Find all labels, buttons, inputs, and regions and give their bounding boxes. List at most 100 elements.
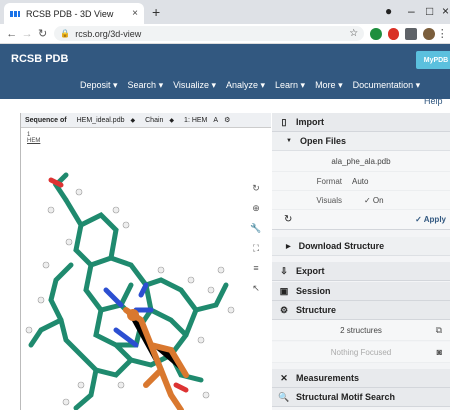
url-text: rcsb.org/3d-view [75, 28, 142, 39]
address-bar-row: ← → ↻ 🔒 rcsb.org/3d-view ☆ ⋮ [0, 24, 450, 44]
expand-right-icon: ▶ [286, 243, 291, 250]
menu-deposit[interactable]: Deposit ▾ [80, 80, 118, 91]
profile-avatar-icon[interactable] [423, 27, 435, 40]
measure-icon: ✕ [280, 372, 288, 383]
lock-icon: 🔒 [60, 29, 71, 38]
back-icon[interactable]: ← [4, 28, 19, 40]
expand-icon[interactable]: ⛶ [248, 240, 264, 256]
extensions-puzzle-icon[interactable] [405, 27, 417, 40]
file-input[interactable]: ala_phe_ala.pdb [272, 151, 450, 172]
maximize-button[interactable]: □ [426, 4, 433, 18]
sequence-extra-label: A [213, 116, 219, 124]
rcsb-favicon-icon [10, 10, 20, 17]
structure-icon: ⚙ [279, 304, 289, 315]
open-files-label: Open Files [299, 136, 346, 146]
iron-atom [127, 309, 139, 321]
new-tab-button[interactable]: + [152, 4, 160, 20]
visuals-label: Visuals [316, 195, 342, 205]
help-row: Help [0, 96, 450, 111]
menu-search[interactable]: Search ▾ [128, 80, 164, 91]
mypdb-button[interactable]: MyPDB [416, 51, 450, 69]
profile-icon[interactable]: ● [385, 4, 392, 18]
minimize-button[interactable]: – [408, 4, 415, 18]
structure-header[interactable]: ⚙ Structure [272, 301, 450, 320]
help-link[interactable]: Help [424, 96, 443, 106]
export-header[interactable]: ⇩ Export [272, 262, 450, 281]
entry-select[interactable]: HEM_ideal.pdb [77, 117, 125, 124]
carbon-bonds [28, 172, 229, 410]
forward-icon[interactable]: → [19, 28, 34, 40]
format-row: Format Auto [272, 172, 450, 191]
apply-button[interactable]: ✓ Apply [415, 215, 446, 224]
menu-learn[interactable]: Learn ▾ [275, 80, 305, 91]
browser-menu-icon[interactable]: ⋮ [435, 27, 450, 40]
toggle-controls-icon[interactable]: ⊕ [248, 200, 264, 216]
file-icon: ▯ [281, 116, 287, 127]
apply-row: ↻ ✓ Apply [272, 210, 450, 230]
sequence-area: 1 HEM [21, 128, 271, 170]
site-logo[interactable]: RCSB PDB [11, 53, 68, 65]
select-mode-icon[interactable]: ↖ [248, 280, 264, 296]
mode-caret-icon: ◆ [169, 117, 175, 124]
reset-camera-icon[interactable]: ↻ [248, 180, 264, 196]
tab-title: RCSB PDB - 3D View [26, 8, 114, 19]
focus-row[interactable]: Nothing Focused ◙ [272, 342, 450, 363]
motif-search-header[interactable]: 🔍 Structural Motif Search [272, 388, 450, 407]
import-header[interactable]: ▯ Import [272, 113, 450, 132]
menu-documentation[interactable]: Documentation ▾ [353, 80, 421, 91]
close-window-button[interactable]: × [442, 4, 449, 18]
tab-close-icon[interactable]: × [132, 8, 138, 19]
molstar-viewer: Sequence of HEM_ideal.pdb ◆ Chain ◆ 1: HEM… [20, 113, 271, 410]
measurements-label: Measurements [296, 373, 360, 383]
visuals-toggle[interactable]: ✓ On [364, 196, 384, 205]
format-select[interactable]: Auto [352, 177, 368, 186]
visuals-row: Visuals ✓ On [272, 191, 450, 210]
menu-analyze[interactable]: Analyze ▾ [226, 80, 265, 91]
url-field[interactable]: 🔒 rcsb.org/3d-view ☆ [54, 26, 365, 41]
reset-icon[interactable]: ↻ [284, 214, 292, 225]
main-menu: Deposit ▾ Search ▾ Visualize ▾ Analyze ▾… [80, 80, 430, 91]
chain-select[interactable]: 1: HEM [184, 117, 207, 124]
browser-tab[interactable]: RCSB PDB - 3D View × [4, 3, 144, 24]
extension-red-icon[interactable] [387, 27, 400, 40]
residue-hem[interactable]: HEM [27, 138, 265, 144]
structures-count-row[interactable]: 2 structures ⧉ [272, 320, 450, 341]
structure-label: Structure [296, 305, 337, 315]
menu-visualize[interactable]: Visualize ▾ [173, 80, 216, 91]
search-icon: 🔍 [278, 391, 290, 402]
menu-more[interactable]: More ▾ [315, 80, 343, 91]
extension-green-icon[interactable] [370, 27, 382, 40]
sequence-label: Sequence of [25, 116, 67, 124]
sequence-settings-icon[interactable]: ⚙ [224, 116, 230, 124]
3d-canvas[interactable]: ↻ ⊕ 🔧 ⛶ ≡ ↖ [21, 170, 271, 410]
export-icon: ⇩ [280, 265, 288, 276]
session-header[interactable]: ▣ Session [272, 282, 450, 301]
session-label: Session [296, 286, 331, 296]
structures-count: 2 structures [340, 325, 382, 335]
site-header: RCSB PDB MyPDB Deposit ▾ Search ▾ Visual… [0, 44, 450, 99]
measurements-header[interactable]: ✕ Measurements [272, 369, 450, 388]
motif-search-label: Structural Motif Search [296, 392, 396, 402]
molecule-render [25, 172, 235, 410]
hydrogen-atoms [25, 188, 235, 406]
focus-target-icon[interactable]: ◙ [437, 347, 442, 357]
browser-tab-bar: RCSB PDB - 3D View × + ● – □ × [0, 0, 450, 24]
open-files-header[interactable]: ▼ Open Files [272, 132, 450, 151]
session-icon: ▣ [279, 285, 289, 296]
collapse-down-icon: ▼ [286, 138, 292, 144]
export-label: Export [296, 266, 325, 276]
nothing-focused: Nothing Focused [330, 347, 392, 357]
download-structure-header[interactable]: ▶ Download Structure [272, 237, 450, 256]
reload-icon[interactable]: ↻ [35, 27, 50, 40]
sliders-icon[interactable]: ≡ [248, 260, 264, 276]
copy-icon[interactable]: ⧉ [436, 325, 442, 336]
bookmark-star-icon[interactable]: ☆ [349, 28, 358, 39]
mode-select[interactable]: Chain [145, 117, 163, 124]
sequence-toolbar: Sequence of HEM_ideal.pdb ◆ Chain ◆ 1: HEM… [21, 113, 271, 128]
control-panel: ▯ Import ▼ Open Files ala_phe_ala.pdb Fo… [272, 113, 450, 410]
file-name: ala_phe_ala.pdb [331, 156, 391, 166]
format-label: Format [316, 176, 342, 186]
entry-caret-icon: ◆ [130, 117, 136, 124]
viewer-toolbar: ↻ ⊕ 🔧 ⛶ ≡ ↖ [248, 180, 268, 296]
wrench-settings-icon[interactable]: 🔧 [248, 220, 264, 236]
